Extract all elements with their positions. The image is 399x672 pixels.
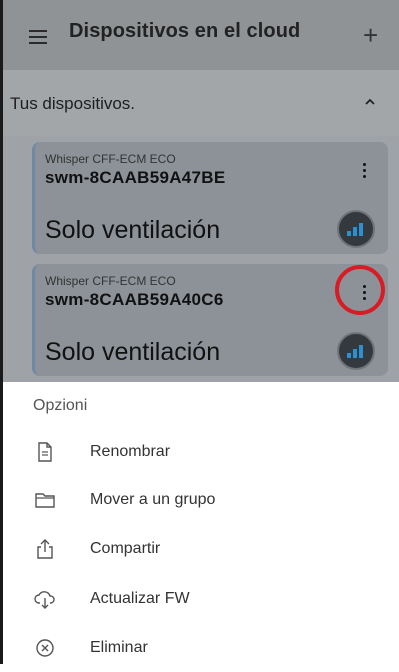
menu-item-move-group[interactable]: Mover a un grupo xyxy=(3,476,399,524)
device-card[interactable]: Whisper CFF-ECM ECO swm-8CAAB59A40C6 Sol… xyxy=(32,264,388,376)
hamburger-icon[interactable] xyxy=(29,30,47,44)
signal-strength-icon xyxy=(337,210,375,248)
menu-item-label: Compartir xyxy=(90,540,161,557)
device-id: swm-8CAAB59A40C6 xyxy=(45,290,224,309)
device-mode: Solo ventilación xyxy=(45,216,221,244)
device-model: Whisper CFF-ECM ECO xyxy=(45,274,176,288)
plus-icon[interactable]: + xyxy=(363,21,378,49)
device-list-screen: Dispositivos en el cloud + Tus dispositi… xyxy=(3,0,399,382)
options-sheet-title: Opzioni xyxy=(33,397,88,414)
menu-item-rename[interactable]: Renombrar xyxy=(3,428,399,476)
document-icon xyxy=(38,442,52,462)
folder-icon xyxy=(35,493,55,508)
device-card[interactable]: Whisper CFF-ECM ECO swm-8CAAB59A47BE Sol… xyxy=(32,142,388,254)
signal-strength-icon xyxy=(337,332,375,370)
chevron-up-icon[interactable] xyxy=(364,96,376,108)
menu-item-share[interactable]: Compartir xyxy=(3,525,399,573)
device-mode: Solo ventilación xyxy=(45,338,221,366)
cancel-circle-icon xyxy=(36,639,54,657)
highlight-ring xyxy=(335,265,385,315)
cloud-download-icon xyxy=(34,591,55,609)
menu-item-label: Renombrar xyxy=(90,443,171,460)
page-title: Dispositivos en el cloud xyxy=(69,20,301,42)
share-icon xyxy=(37,539,53,559)
menu-item-label: Eliminar xyxy=(90,639,148,656)
app-bar: Dispositivos en el cloud + xyxy=(3,0,399,70)
menu-item-label: Mover a un grupo xyxy=(90,491,216,508)
window-left-edge xyxy=(0,0,3,664)
device-id: swm-8CAAB59A47BE xyxy=(45,168,226,187)
menu-item-label: Actualizar FW xyxy=(90,590,190,607)
section-title: Tus dispositivos. xyxy=(10,94,136,113)
more-vert-icon[interactable] xyxy=(363,163,367,179)
device-model: Whisper CFF-ECM ECO xyxy=(45,152,176,166)
menu-item-delete[interactable]: Eliminar xyxy=(3,624,399,672)
menu-item-update-fw[interactable]: Actualizar FW xyxy=(3,575,399,623)
